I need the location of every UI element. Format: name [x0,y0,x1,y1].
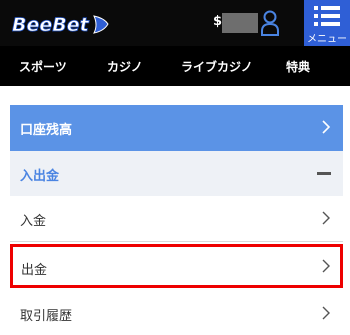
balance-row[interactable]: 口座残高 [10,105,343,151]
top-header: BeeBet $ メニュー [0,0,350,46]
balance-label: 口座残高 [20,123,73,138]
nav-item-sports[interactable]: スポーツ [19,58,67,75]
nav-item-promotions[interactable]: 特典 [286,58,310,75]
deposit-withdraw-section-header[interactable]: 入出金 [10,151,343,196]
balance-amount-masked [222,13,258,33]
chevron-right-icon [322,211,330,225]
menu-button[interactable]: メニュー [304,0,350,46]
nav-item-casino[interactable]: カジノ [107,58,143,75]
section-label: 入出金 [20,169,60,184]
history-label: 取引履歴 [20,309,73,324]
chevron-right-icon [322,306,330,320]
collapse-minus-icon [317,172,331,175]
svg-text:BeeBet: BeeBet [12,14,90,36]
transaction-history-row[interactable]: 取引履歴 [10,291,343,335]
menu-label: メニュー [307,34,347,45]
main-nav: スポーツ カジノ ライブカジノ 特典 [0,46,350,86]
beebet-logo[interactable]: BeeBet [10,10,114,38]
deposit-row[interactable]: 入金 [10,196,343,242]
chevron-right-icon [322,259,330,273]
nav-item-live-casino[interactable]: ライブカジノ [181,58,253,75]
user-account-icon[interactable] [260,10,280,36]
withdraw-label: 出金 [21,263,48,278]
deposit-label: 入金 [20,214,47,229]
hamburger-menu-icon [314,6,340,26]
balance-currency: $ [213,14,223,29]
withdraw-row[interactable]: 出金 [10,244,343,288]
chevron-right-icon [322,120,331,134]
